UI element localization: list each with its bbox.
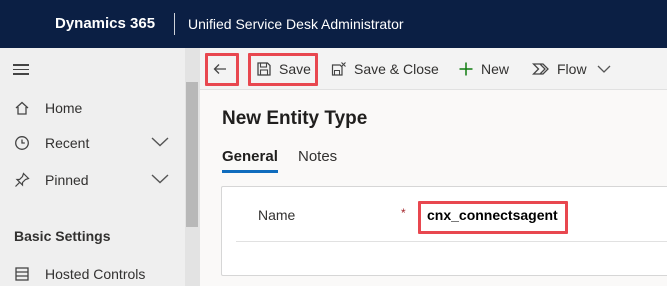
active-tab-indicator xyxy=(222,170,278,173)
sidebar-item-pinned[interactable]: Pinned xyxy=(0,162,185,198)
flow-icon xyxy=(532,63,549,75)
chevron-down-icon[interactable] xyxy=(597,64,611,74)
sitemap-sidebar: Home Recent Pinned Basic Settings Hosted… xyxy=(0,48,200,286)
sidebar-item-home[interactable]: Home xyxy=(0,90,185,126)
clock-icon xyxy=(15,136,29,150)
pin-icon xyxy=(15,172,30,187)
sidebar-item-recent[interactable]: Recent xyxy=(0,125,185,161)
flow-button[interactable]: Flow xyxy=(532,48,611,90)
app-name[interactable]: Unified Service Desk Administrator xyxy=(188,16,404,32)
sidebar-item-label: Home xyxy=(45,100,83,116)
new-button[interactable]: New xyxy=(458,48,509,90)
chevron-down-icon[interactable] xyxy=(151,174,169,184)
save-and-close-label: Save & Close xyxy=(354,61,439,77)
flow-button-label: Flow xyxy=(557,61,587,77)
highlight-box-back xyxy=(205,53,239,86)
highlight-box-name xyxy=(418,201,568,234)
top-navigation-bar: Dynamics 365 Unified Service Desk Admini… xyxy=(0,0,667,48)
sidebar-item-label: Hosted Controls xyxy=(45,266,146,282)
tab-notes[interactable]: Notes xyxy=(298,148,337,165)
field-divider xyxy=(236,241,667,242)
new-button-label: New xyxy=(481,61,510,77)
sidebar-item-label: Recent xyxy=(45,135,90,151)
sidebar-item-label: Pinned xyxy=(45,172,89,188)
highlight-box-save xyxy=(248,53,318,86)
sidebar-group-title: Basic Settings xyxy=(14,228,111,244)
sidebar-item-hosted-controls[interactable]: Hosted Controls xyxy=(0,256,185,286)
brand-name[interactable]: Dynamics 365 xyxy=(55,15,155,32)
header-divider xyxy=(174,13,175,35)
tab-general[interactable]: General xyxy=(222,148,278,165)
page-title: New Entity Type xyxy=(222,108,368,129)
chevron-down-icon[interactable] xyxy=(151,137,169,147)
sidebar-scrollbar-thumb[interactable] xyxy=(186,82,198,227)
name-field-label: Name xyxy=(258,207,296,223)
home-icon xyxy=(15,101,29,115)
save-and-close-button[interactable]: Save & Close xyxy=(331,48,439,90)
hamburger-menu-icon[interactable] xyxy=(13,64,29,76)
required-indicator: * xyxy=(401,206,406,220)
save-and-close-icon xyxy=(331,62,346,76)
hosted-controls-icon xyxy=(15,267,29,281)
plus-icon xyxy=(459,62,473,76)
